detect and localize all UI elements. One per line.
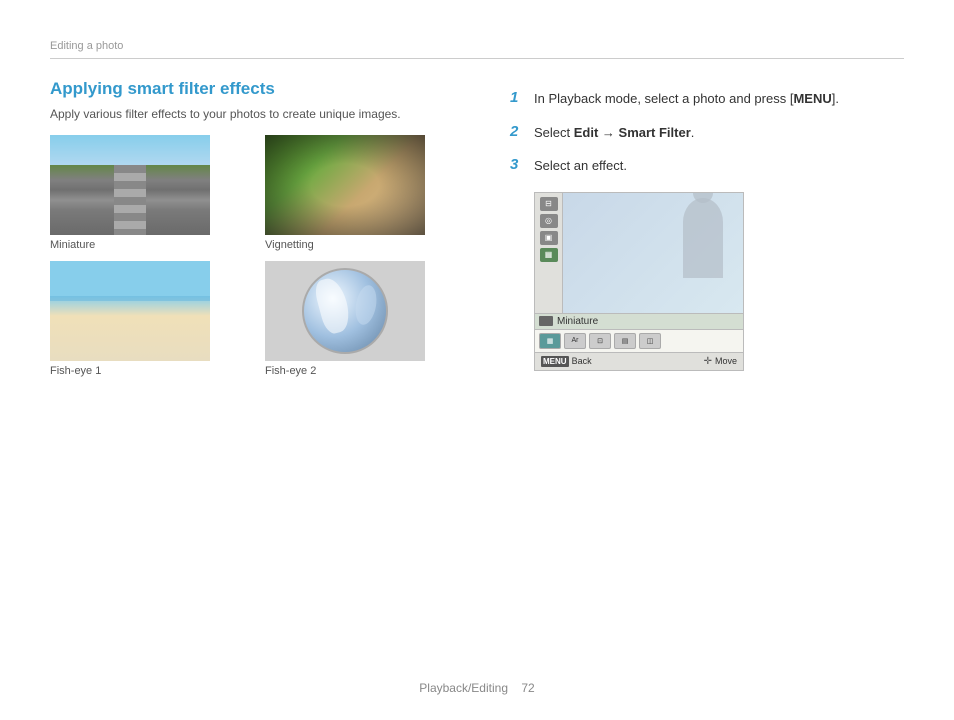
vignette-image [265,135,425,235]
left-column: Applying smart filter effects Apply vari… [50,79,470,377]
step-number-2: 2 [510,123,526,140]
page-container: Editing a photo Applying smart filter ef… [0,0,954,720]
camera-ui-icons-panel: ⊟ ◎ ▣ ▦ [535,193,563,313]
camera-ui-preview [563,193,743,313]
beach-image [50,261,210,361]
ui-icon-miniature[interactable]: ▦ [540,248,558,262]
effect-btn-3[interactable]: ▤ [614,333,636,349]
footer-page: 72 [521,681,534,695]
selected-effect-label: Miniature [557,316,598,327]
image-fisheye2 [265,261,425,361]
image-label-vignetting: Vignetting [265,239,470,251]
image-vignetting [265,135,425,235]
main-layout: Applying smart filter effects Apply vari… [50,79,904,377]
image-item-fisheye2: Fish-eye 2 [265,261,470,377]
effect-btn-4[interactable]: ◫ [639,333,661,349]
silhouette-figure [683,198,723,278]
camera-ui-mockup: ⊟ ◎ ▣ ▦ Miniature [534,192,744,371]
effects-buttons-row: ▦ Ar ⊡ ▤ ◫ [535,329,743,352]
image-item-miniature: Miniature [50,135,255,251]
image-item-vignetting: Vignetting [265,135,470,251]
image-fisheye1 [50,261,210,361]
fisheye-circle [302,268,388,354]
ui-icon-2[interactable]: ◎ [540,214,558,228]
camera-ui-main: ⊟ ◎ ▣ ▦ [535,193,743,313]
effect-btn-miniature[interactable]: ▦ [539,333,561,349]
step-text-3: Select an effect. [534,156,627,176]
footer-move: ✛ Move [704,356,737,367]
step-text-1: In Playback mode, select a photo and pre… [534,89,839,109]
step-3: 3 Select an effect. [510,156,904,176]
section-title: Applying smart filter effects [50,79,470,99]
road-image [50,135,210,235]
footer-text: Playback/Editing [419,681,508,695]
image-miniature [50,135,210,235]
image-item-fisheye1: Fish-eye 1 [50,261,255,377]
steps-list: 1 In Playback mode, select a photo and p… [510,89,904,176]
back-label: Back [572,356,592,366]
effect-btn-1[interactable]: Ar [564,333,586,349]
miniature-icon-small [539,316,553,326]
menu-label: MENU [541,356,569,367]
breadcrumb: Editing a photo [50,40,904,59]
step-2: 2 Select Edit → Smart Filter. [510,123,904,143]
page-footer: Playback/Editing 72 [0,681,954,695]
effect-btn-2[interactable]: ⊡ [589,333,611,349]
right-column: 1 In Playback mode, select a photo and p… [510,79,904,377]
selected-effect-row: Miniature [535,313,743,329]
image-label-fisheye2: Fish-eye 2 [265,365,470,377]
step-text-2: Select Edit → Smart Filter. [534,123,694,143]
image-grid: Miniature Vignetting Fish-eye 1 [50,135,470,377]
move-icon: ✛ [704,356,712,367]
step-number-3: 3 [510,156,526,173]
image-label-fisheye1: Fish-eye 1 [50,365,255,377]
ui-icon-3[interactable]: ▣ [540,231,558,245]
camera-ui-footer: MENU Back ✛ Move [535,352,743,370]
section-subtitle: Apply various filter effects to your pho… [50,107,470,121]
move-label: Move [715,356,737,366]
step-number-1: 1 [510,89,526,106]
step-1: 1 In Playback mode, select a photo and p… [510,89,904,109]
ui-icon-1[interactable]: ⊟ [540,197,558,211]
fisheye-image [265,261,425,361]
image-label-miniature: Miniature [50,239,255,251]
footer-back: MENU Back [541,356,592,367]
